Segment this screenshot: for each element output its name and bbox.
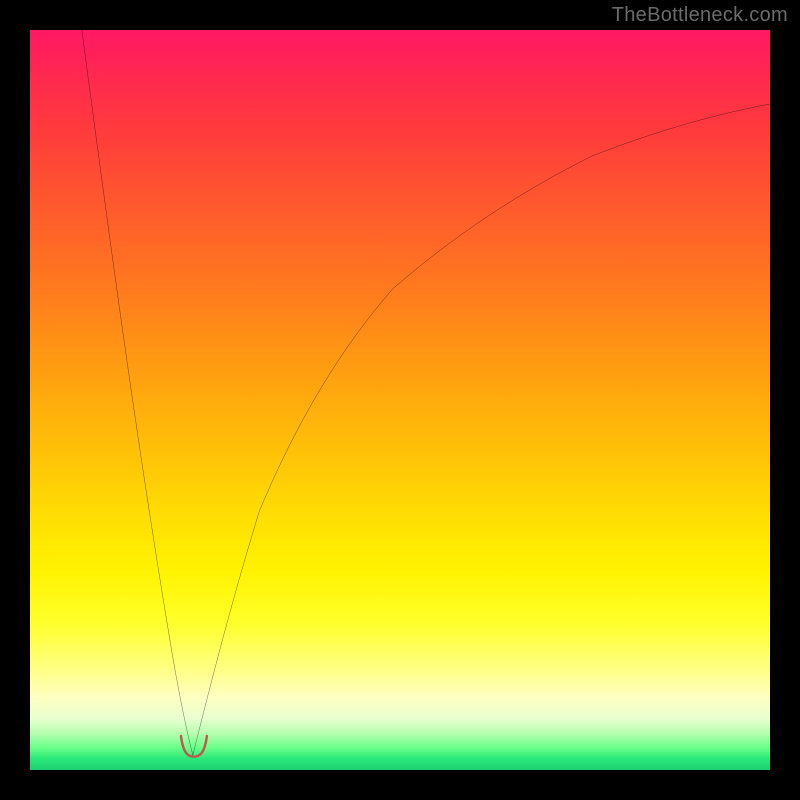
- chart-container: TheBottleneck.com: [0, 0, 800, 800]
- curve-svg: [30, 30, 770, 770]
- valley-marker: [181, 736, 207, 757]
- curve-left-branch: [82, 30, 193, 755]
- watermark-text: TheBottleneck.com: [612, 4, 788, 27]
- plot-area: [30, 30, 770, 770]
- curve-right-branch: [193, 104, 770, 755]
